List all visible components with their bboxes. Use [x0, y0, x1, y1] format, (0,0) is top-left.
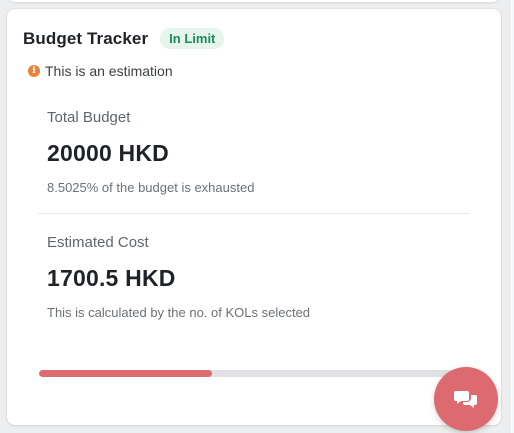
card-title: Budget Tracker — [23, 28, 149, 48]
chat-button[interactable] — [434, 367, 498, 431]
chat-bubbles-icon — [454, 391, 477, 408]
info-icon: i — [28, 65, 40, 77]
total-budget-section: Total Budget 20000 HKD 8.5025% of the bu… — [47, 109, 254, 195]
total-budget-label: Total Budget — [47, 109, 131, 126]
estimated-cost-section: Estimated Cost 1700.5 HKD This is calcul… — [47, 234, 310, 320]
budget-progress-bar — [39, 370, 471, 377]
estimated-cost-value: 1700.5 HKD — [47, 265, 176, 291]
budget-tracker-card: Budget Tracker In Limit i This is an est… — [7, 9, 501, 425]
budget-progress-fill — [39, 370, 212, 377]
estimation-note-text: This is an estimation — [45, 63, 173, 79]
estimated-cost-description: This is calculated by the no. of KOLs se… — [47, 305, 311, 320]
estimation-note: i This is an estimation — [28, 63, 173, 79]
card-header: Budget Tracker In Limit — [23, 28, 225, 49]
status-badge: In Limit — [160, 28, 225, 49]
estimated-cost-label: Estimated Cost — [47, 234, 149, 251]
previous-card-edge — [7, 0, 500, 2]
total-budget-value: 20000 HKD — [47, 140, 169, 166]
total-budget-description: 8.5025% of the budget is exhausted — [47, 180, 255, 195]
window-right-edge — [509, 0, 514, 433]
section-divider — [38, 213, 470, 214]
